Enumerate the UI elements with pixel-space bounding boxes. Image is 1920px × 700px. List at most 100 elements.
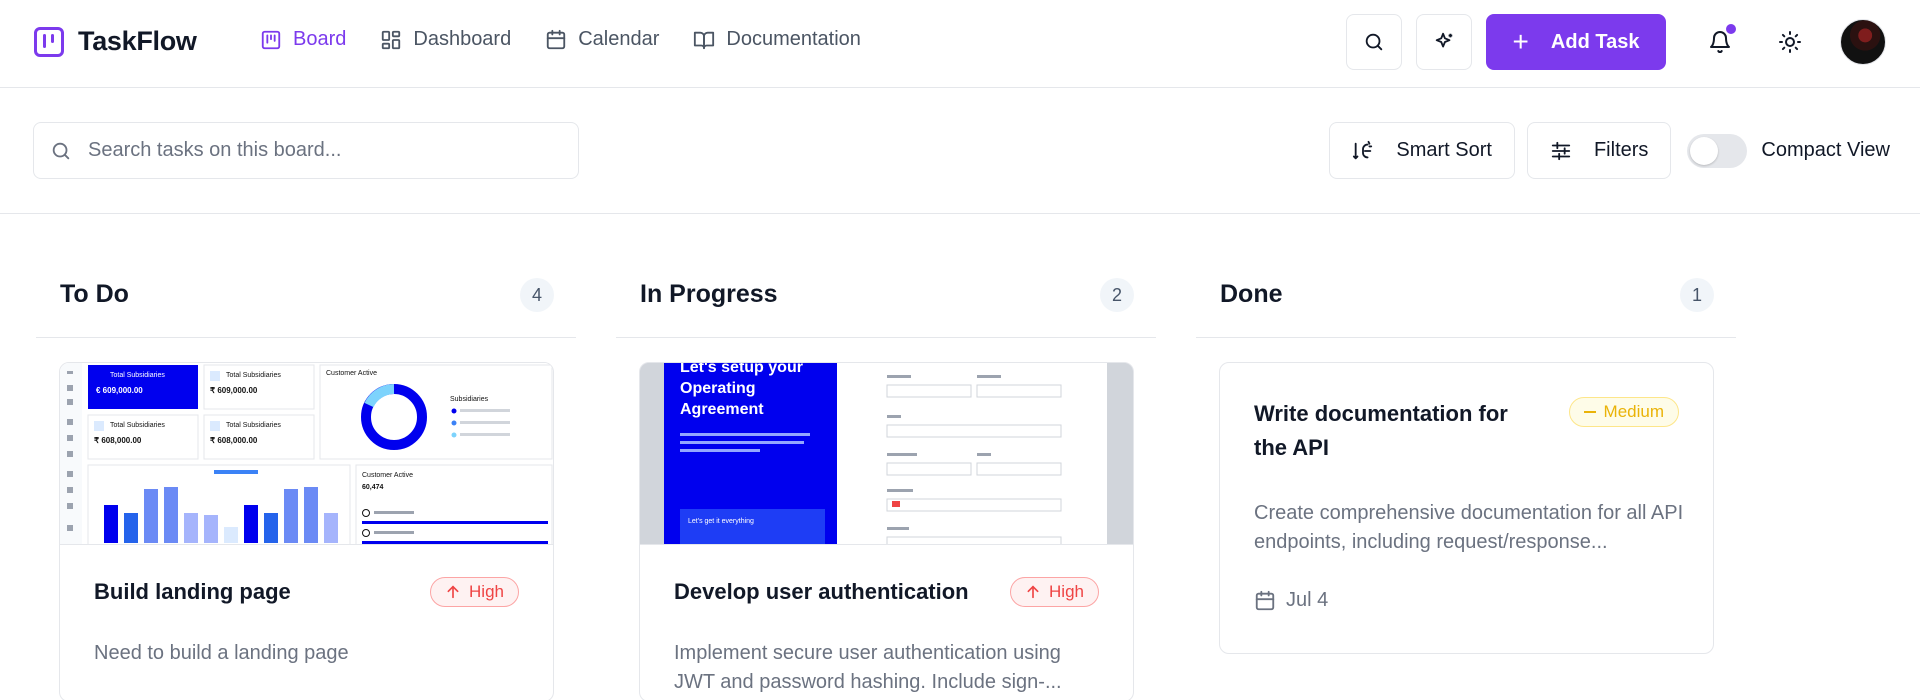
- dash-icon: [1583, 411, 1596, 413]
- due-date: Jul 4: [1254, 589, 1328, 612]
- auth-thumbnail-image: Let's setup your Operating Agreement Let…: [640, 363, 1133, 544]
- arrow-up-icon: [1027, 585, 1039, 599]
- priority-badge: Medium: [1568, 397, 1679, 427]
- task-card[interactable]: Let's setup your Operating Agreement Let…: [639, 362, 1134, 700]
- filters-label: Filters: [1593, 139, 1649, 161]
- search-icon: [52, 142, 70, 159]
- add-task-label: Add Task: [1550, 30, 1640, 53]
- sliders-icon: [1551, 141, 1571, 160]
- thumb-donut-legend-title: Subsidiaries: [450, 396, 489, 403]
- smart-sort-label: Smart Sort: [1396, 139, 1492, 161]
- thumb-stat2-value: ₹ 609,000.00: [210, 386, 258, 395]
- task-card[interactable]: Write documentation for the API Medium C…: [1219, 362, 1714, 654]
- thumb-stat3-label: Total Subsidiaries: [110, 422, 165, 429]
- column-header: Done 1: [1196, 214, 1736, 338]
- notifications-button[interactable]: [1692, 14, 1748, 70]
- card-body: Write documentation for the API Medium C…: [1220, 363, 1713, 653]
- card-description: Create comprehensive documentation for a…: [1254, 502, 1684, 553]
- column-count-badge: 4: [520, 278, 554, 312]
- arrow-up-icon: [447, 585, 459, 599]
- priority-label: Medium: [1603, 402, 1664, 421]
- thumb-stat1-value: € 609,000.00: [96, 386, 143, 395]
- user-avatar[interactable]: [1840, 19, 1886, 65]
- calendar-icon: [547, 29, 566, 49]
- toolbar-actions: Smart Sort Filters Compact View: [1329, 122, 1890, 179]
- thumb-stat1-label: Total Subsidiaries: [110, 372, 165, 379]
- column-header: To Do 4: [36, 214, 576, 338]
- thumb-stat2-label: Total Subsidiaries: [226, 372, 281, 379]
- column-in-progress: In Progress 2 Let's setup your Operating…: [616, 214, 1156, 700]
- global-search-button[interactable]: [1346, 14, 1402, 70]
- column-title: Done: [1220, 280, 1283, 308]
- priority-badge: High: [1010, 577, 1099, 607]
- toggle-knob: [1690, 136, 1719, 165]
- dashboard-icon: [382, 30, 401, 49]
- nav-label-documentation: Documentation: [726, 28, 861, 50]
- thumb-stat4-value: ₹ 608,000.00: [210, 436, 258, 445]
- kanban-board: To Do 4 Total Subsidiaries € 609,000.00 …: [0, 214, 1920, 700]
- dashboard-thumbnail-image: Total Subsidiaries € 609,000.00 Total Su…: [60, 363, 553, 544]
- card-cover-image: Total Subsidiaries € 609,000.00 Total Su…: [60, 363, 553, 545]
- column-done: Done 1 Write documentation for the API M…: [1196, 214, 1736, 654]
- column-count-badge: 2: [1100, 278, 1134, 312]
- column-title: To Do: [60, 280, 129, 308]
- sparkles-icon: [1435, 32, 1453, 48]
- priority-label: High: [1049, 582, 1084, 601]
- brand[interactable]: TaskFlow: [34, 26, 197, 57]
- thumb-auth-headline: Let's setup your Operating Agreement: [680, 363, 803, 418]
- compact-view-toggle-group: Compact View: [1687, 133, 1890, 168]
- taskflow-logo-icon: [34, 26, 64, 57]
- smart-sort-button[interactable]: Smart Sort: [1329, 122, 1515, 179]
- compact-view-label: Compact View: [1761, 139, 1890, 161]
- nav-item-documentation[interactable]: Documentation: [693, 28, 861, 51]
- thumb-stat4-label: Total Subsidiaries: [226, 422, 281, 429]
- nav-item-calendar[interactable]: Calendar: [545, 28, 659, 51]
- search-icon: [1365, 33, 1383, 51]
- card-description: Implement secure user authentication usi…: [674, 642, 1062, 693]
- ai-assist-button[interactable]: [1416, 14, 1472, 70]
- smart-sort-icon: [1353, 140, 1373, 159]
- sun-icon: [1779, 31, 1801, 53]
- book-icon: [694, 31, 715, 49]
- thumb-bars-title: Customer Active: [362, 472, 413, 479]
- card-description: Need to build a landing page: [94, 642, 349, 664]
- theme-toggle-button[interactable]: [1762, 14, 1818, 70]
- priority-label: High: [469, 582, 504, 601]
- main-nav: Board Dashboard Calendar Documentation: [260, 28, 861, 51]
- notification-dot: [1724, 22, 1738, 36]
- column-count-badge: 1: [1680, 278, 1714, 312]
- calendar-icon: [1255, 590, 1275, 610]
- card-cover-image: Let's setup your Operating Agreement Let…: [640, 363, 1133, 545]
- card-body: Develop user authentication High Impleme…: [640, 545, 1133, 700]
- board-search[interactable]: [33, 122, 579, 179]
- due-date-label: Jul 4: [1286, 589, 1329, 611]
- column-todo: To Do 4 Total Subsidiaries € 609,000.00 …: [36, 214, 576, 700]
- card-title: Write documentation for the API: [1254, 401, 1508, 460]
- nav-label-calendar: Calendar: [578, 28, 660, 50]
- thumb-auth-cta: Let's get it everything: [688, 518, 754, 525]
- board-search-input[interactable]: [88, 139, 548, 162]
- app-name: TaskFlow: [78, 26, 197, 56]
- card-title: Develop user authentication: [674, 579, 969, 604]
- board-icon: [261, 30, 281, 49]
- nav-item-dashboard[interactable]: Dashboard: [380, 28, 511, 51]
- task-card[interactable]: Total Subsidiaries € 609,000.00 Total Su…: [59, 362, 554, 700]
- header-actions: + Add Task: [1346, 14, 1886, 70]
- nav-item-board[interactable]: Board: [260, 28, 346, 51]
- filters-button[interactable]: Filters: [1526, 122, 1672, 179]
- thumb-bars-value: 60,474: [362, 484, 384, 491]
- thumb-donut-title: Customer Active: [326, 370, 377, 377]
- thumb-stat3-value: ₹ 608,000.00: [94, 436, 142, 445]
- column-title: In Progress: [640, 280, 778, 308]
- compact-view-toggle[interactable]: [1687, 133, 1748, 168]
- top-navbar: TaskFlow Board Dashboard Calendar Docume…: [0, 0, 1920, 88]
- nav-label-dashboard: Dashboard: [413, 28, 512, 50]
- priority-badge: High: [430, 577, 519, 607]
- column-header: In Progress 2: [616, 214, 1156, 338]
- card-body: Build landing page High Need to build a …: [60, 545, 553, 700]
- plus-icon: +: [1512, 26, 1529, 57]
- card-title: Build landing page: [94, 579, 291, 604]
- board-toolbar: Smart Sort Filters Compact View: [0, 88, 1920, 214]
- add-task-button[interactable]: + Add Task: [1486, 14, 1666, 70]
- nav-label-board: Board: [293, 28, 347, 50]
